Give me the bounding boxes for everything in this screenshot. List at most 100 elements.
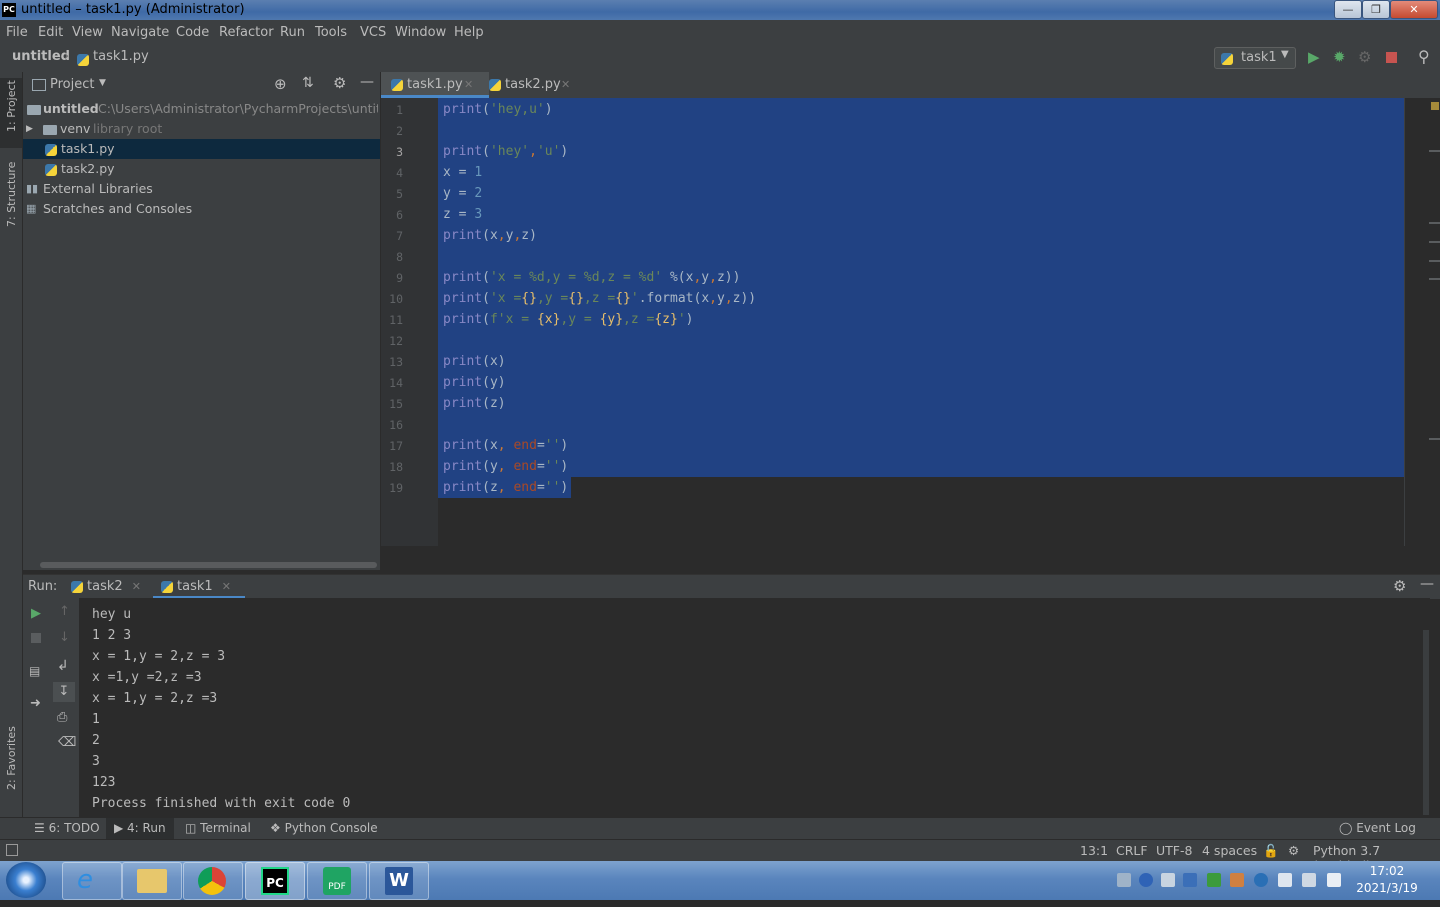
- flag-icon[interactable]: [1278, 873, 1292, 887]
- code-line[interactable]: print('x ={},y ={},z ={}'.format(x,y,z)): [443, 288, 756, 309]
- menu-tools[interactable]: Tools: [315, 25, 347, 40]
- run-tool-button[interactable]: ▶ 4: Run: [106, 818, 174, 839]
- close-tab-icon[interactable]: ✕: [222, 580, 231, 593]
- run-configuration-select[interactable]: task1 ▼: [1214, 47, 1296, 69]
- code-line[interactable]: print(x): [443, 351, 506, 372]
- help-icon[interactable]: [1139, 873, 1153, 887]
- trash-icon[interactable]: ⌫: [58, 735, 76, 750]
- python-console-tool-button[interactable]: ❖ Python Console: [270, 821, 378, 835]
- menu-code[interactable]: Code: [176, 25, 209, 40]
- tool-windows-icon[interactable]: [6, 844, 18, 856]
- display-icon[interactable]: [1302, 873, 1316, 887]
- clock-time[interactable]: 17:02: [1352, 864, 1422, 878]
- chevron-down-icon[interactable]: ▼: [99, 78, 106, 88]
- taskbar-explorer-button[interactable]: [122, 862, 182, 900]
- breadcrumb-file[interactable]: task1.py: [93, 49, 149, 64]
- taskbar-pdf-button[interactable]: PDF: [307, 862, 367, 900]
- arrow-up-icon[interactable]: ↑: [59, 604, 70, 619]
- stop-icon[interactable]: [31, 633, 41, 643]
- menu-edit[interactable]: Edit: [38, 25, 63, 40]
- keyboard-icon[interactable]: [1117, 873, 1131, 887]
- arrow-down-icon[interactable]: ↓: [59, 630, 70, 645]
- menu-navigate[interactable]: Navigate: [111, 25, 169, 40]
- menu-window[interactable]: Window: [395, 25, 446, 40]
- stripe-mark[interactable]: [1429, 278, 1440, 280]
- stripe-mark[interactable]: [1429, 222, 1440, 224]
- debug-bug-icon[interactable]: ✹: [1333, 48, 1346, 66]
- line-separator[interactable]: CRLF: [1116, 843, 1148, 858]
- tree-item-external-libraries[interactable]: ▮▮ External Libraries: [23, 179, 380, 199]
- code-line[interactable]: z = 3: [443, 204, 482, 225]
- structure-tool-label[interactable]: 7: Structure: [5, 162, 18, 227]
- stop-icon[interactable]: [1386, 52, 1397, 63]
- run-console[interactable]: [80, 598, 1430, 817]
- stripe-mark[interactable]: [1429, 260, 1440, 262]
- tree-item-task1[interactable]: task1.py: [23, 139, 380, 159]
- rerun-icon[interactable]: ▶: [31, 606, 41, 621]
- code-line[interactable]: print(f'x = {x},y = {y},z ={z}'): [443, 309, 694, 330]
- scroll-to-end-icon[interactable]: ↧: [53, 682, 75, 702]
- soft-wrap-icon[interactable]: ↲: [57, 658, 69, 674]
- code-line[interactable]: print(x,y,z): [443, 225, 537, 246]
- print-icon[interactable]: ⎙: [57, 710, 67, 725]
- file-encoding[interactable]: UTF-8: [1156, 843, 1192, 858]
- menu-help[interactable]: Help: [454, 25, 484, 40]
- taskbar-ie-button[interactable]: e: [62, 862, 122, 900]
- code-line[interactable]: x = 1: [443, 162, 482, 183]
- stripe-mark[interactable]: [1429, 241, 1440, 243]
- code-line[interactable]: y = 2: [443, 183, 482, 204]
- tree-item-untitled[interactable]: untitled C:\Users\Administrator\PycharmP…: [23, 99, 380, 119]
- run-with-coverage-icon[interactable]: ⚙: [1358, 48, 1371, 66]
- stripe-mark[interactable]: [1429, 438, 1440, 440]
- search-everywhere-icon[interactable]: ⚲: [1418, 47, 1430, 66]
- event-log-button[interactable]: ◯ Event Log: [1339, 821, 1416, 835]
- code-line[interactable]: print('x = %d,y = %d,z = %d' %(x,y,z)): [443, 267, 740, 288]
- breadcrumb-project[interactable]: untitled: [12, 49, 70, 64]
- menu-view[interactable]: View: [72, 25, 103, 40]
- close-tab-icon[interactable]: ✕: [561, 72, 570, 98]
- code-line[interactable]: print('hey,u'): [443, 99, 553, 120]
- indent-setting[interactable]: 4 spaces: [1202, 843, 1257, 858]
- todo-tool-button[interactable]: ☰ 6: TODO: [34, 821, 100, 835]
- stripe-mark[interactable]: [1429, 150, 1440, 152]
- menu-vcs[interactable]: VCS: [360, 25, 386, 40]
- lock-icon[interactable]: 🔓: [1263, 843, 1279, 859]
- network-icon[interactable]: [1183, 873, 1197, 887]
- run-tab-task1[interactable]: task1 ✕: [153, 575, 245, 599]
- run-tab-task2[interactable]: task2 ✕: [71, 575, 143, 599]
- favorites-tool-label[interactable]: 2: Favorites: [5, 726, 18, 790]
- menu-file[interactable]: File: [6, 25, 28, 40]
- terminal-tool-button[interactable]: ◫ Terminal: [185, 821, 251, 835]
- code-line[interactable]: print(z, end=''): [443, 477, 568, 498]
- code-line[interactable]: print(z): [443, 393, 506, 414]
- tree-item-scratches[interactable]: ▦ Scratches and Consoles: [23, 199, 380, 219]
- caret-position[interactable]: 13:1: [1080, 843, 1108, 858]
- code-line[interactable]: print(x, end=''): [443, 435, 568, 456]
- tray-app-icon[interactable]: [1230, 873, 1244, 887]
- code-line[interactable]: print(y): [443, 372, 506, 393]
- close-tab-icon[interactable]: ✕: [464, 72, 473, 98]
- volume-icon[interactable]: [1327, 873, 1341, 887]
- tree-item-task2[interactable]: task2.py: [23, 159, 380, 179]
- usb-icon[interactable]: [1161, 873, 1175, 887]
- menu-run[interactable]: Run: [280, 25, 305, 40]
- minimize-button[interactable]: —: [1334, 0, 1362, 19]
- hide-panel-icon[interactable]: —: [1420, 576, 1434, 592]
- gear-icon[interactable]: ⚙: [333, 74, 346, 92]
- project-tool-label[interactable]: 1: Project: [5, 80, 18, 132]
- code-line[interactable]: print('hey','u'): [443, 141, 568, 162]
- taskbar-pycharm-button[interactable]: PC: [245, 862, 305, 900]
- taskbar-chrome-button[interactable]: [183, 862, 243, 900]
- horizontal-scrollbar[interactable]: [40, 562, 377, 568]
- locate-file-icon[interactable]: ⊕: [274, 75, 287, 93]
- analysis-status-icon[interactable]: [1431, 102, 1439, 110]
- menu-refactor[interactable]: Refactor: [219, 25, 274, 40]
- console-scrollbar[interactable]: [1423, 630, 1429, 815]
- taskbar-word-button[interactable]: W: [369, 862, 429, 900]
- project-view-title[interactable]: Project: [50, 77, 94, 92]
- close-tab-icon[interactable]: ✕: [132, 580, 141, 593]
- tab-task1[interactable]: task1.py ✕: [381, 72, 489, 98]
- tree-item-venv[interactable]: ▶ venv library root: [23, 119, 380, 139]
- collapse-all-icon[interactable]: ⇅: [302, 75, 314, 91]
- restore-layout-icon[interactable]: ▤: [29, 664, 40, 678]
